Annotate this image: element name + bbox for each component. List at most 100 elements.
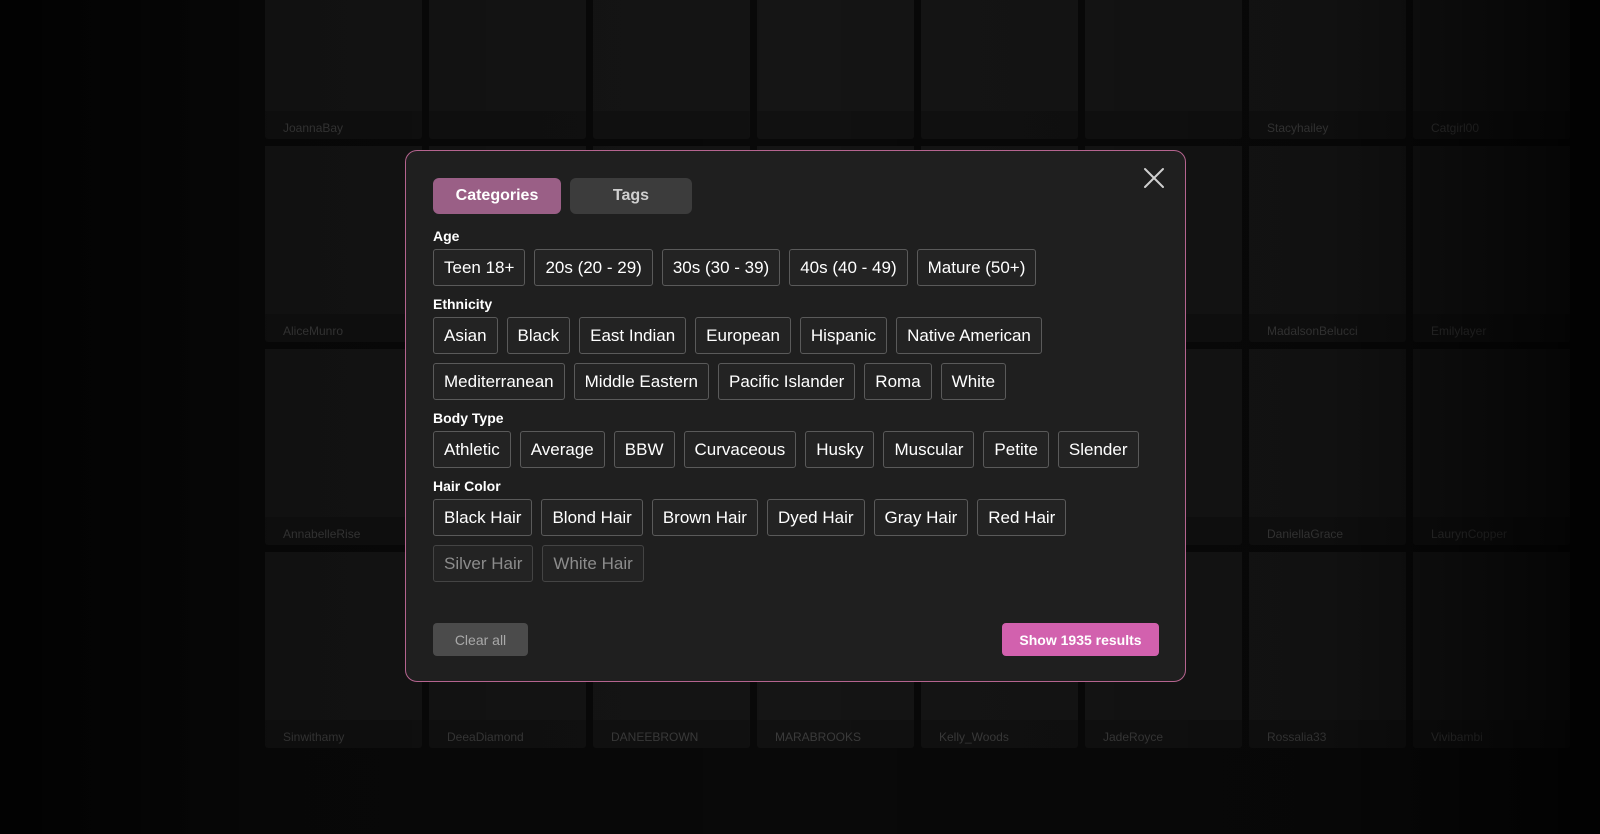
section-hair-color: Hair Color Black Hair Blond Hair Brown Hai…: [433, 478, 1165, 582]
filter-chip[interactable]: Hispanic: [799, 317, 888, 354]
chips-ethnicity: Asian Black East Indian European Hispanic Nat…: [433, 317, 1165, 400]
filter-chip[interactable]: 30s (30 - 39): [661, 249, 781, 286]
profile-name: DANEEBROWN: [611, 730, 699, 744]
background-profile-card: Emilylayer: [1413, 146, 1570, 342]
filter-chip[interactable]: Slender: [1057, 431, 1139, 468]
filter-chip[interactable]: Roma: [864, 363, 932, 400]
profile-name: JadeRoyce: [1103, 730, 1164, 744]
profile-thumbnail: [265, 146, 422, 314]
background-profile-card: LaurynCopper: [1413, 349, 1570, 545]
profile-name: LaurynCopper: [1431, 527, 1508, 541]
filter-sections: Age Teen 18+ 20s (20 - 29) 30s (30 - 39) 40…: [433, 228, 1165, 592]
section-title-age: Age: [433, 228, 460, 244]
profile-name: Catgirl00: [1431, 121, 1480, 135]
profile-thumbnail: [265, 552, 422, 720]
profile-name: Kelly_Woods: [939, 730, 1009, 744]
profile-thumbnail: [593, 0, 750, 111]
tab-categories[interactable]: Categories: [433, 178, 561, 214]
filter-chip[interactable]: 20s (20 - 29): [534, 249, 653, 286]
background-profile-card: Stacyhailey: [1249, 0, 1406, 139]
filter-chip[interactable]: Petite: [983, 431, 1049, 468]
background-profile-card: DaniellaGrace: [1249, 349, 1406, 545]
filter-chip[interactable]: Curvaceous: [683, 431, 797, 468]
background-profile-card: [921, 0, 1078, 139]
filter-chip[interactable]: East Indian: [579, 317, 687, 354]
chips-body-type: Athletic Average BBW Curvaceous Husky Muscula…: [433, 431, 1165, 468]
chips-hair-color: Black Hair Blond Hair Brown Hair Dyed Hair G…: [433, 499, 1165, 582]
filter-chip[interactable]: Husky: [805, 431, 875, 468]
filter-chip[interactable]: Black Hair: [433, 499, 533, 536]
section-ethnicity: Ethnicity Asian Black East Indian European H…: [433, 296, 1165, 400]
filter-chip[interactable]: White Hair: [542, 545, 644, 582]
background-profile-card: [757, 0, 914, 139]
background-profile-card: [593, 0, 750, 139]
tab-tags[interactable]: Tags: [570, 178, 692, 214]
section-title-ethnicity: Ethnicity: [433, 296, 493, 312]
background-profile-card: Vivibambi: [1413, 552, 1570, 748]
profile-name: Stacyhailey: [1267, 121, 1329, 135]
filter-chip[interactable]: Teen 18+: [433, 249, 526, 286]
filter-chip[interactable]: Blond Hair: [541, 499, 643, 536]
filter-chip[interactable]: Gray Hair: [873, 499, 969, 536]
profile-thumbnail: [1413, 146, 1570, 314]
close-icon[interactable]: [1141, 165, 1167, 191]
profile-name: Emilylayer: [1431, 324, 1487, 338]
background-profile-card: JoannaBay: [265, 0, 422, 139]
filter-chip[interactable]: Mediterranean: [433, 363, 565, 400]
profile-thumbnail: [1413, 552, 1570, 720]
filter-chip[interactable]: Mature (50+): [916, 249, 1037, 286]
profile-thumbnail: [921, 0, 1078, 111]
background-profile-card: [429, 0, 586, 139]
show-results-button[interactable]: Show 1935 results: [1002, 623, 1159, 656]
filter-chip[interactable]: Brown Hair: [651, 499, 758, 536]
profile-name: AnnabelleRise: [283, 527, 361, 541]
profile-thumbnail: [1085, 0, 1242, 111]
background-profile-card: Rossalia33: [1249, 552, 1406, 748]
filter-chip[interactable]: European: [695, 317, 791, 354]
filter-chip[interactable]: Pacific Islander: [718, 363, 856, 400]
section-title-hair-color: Hair Color: [433, 478, 501, 494]
profile-thumbnail: [757, 0, 914, 111]
filter-chip[interactable]: Middle Eastern: [573, 363, 710, 400]
filter-chip[interactable]: BBW: [613, 431, 675, 468]
profile-name: DeeaDiamond: [447, 730, 524, 744]
profile-name: AliceMunro: [283, 324, 344, 338]
profile-thumbnail: [429, 0, 586, 111]
filter-chip[interactable]: White: [940, 363, 1007, 400]
profile-thumbnail: [1249, 146, 1406, 314]
profile-thumbnail: [1413, 0, 1570, 111]
filter-chip[interactable]: Red Hair: [977, 499, 1067, 536]
background-profile-card: Sinwithamy: [265, 552, 422, 748]
section-title-body-type: Body Type: [433, 410, 504, 426]
background-profile-card: MadalsonBelucci: [1249, 146, 1406, 342]
background-profile-card: AnnabelleRise: [265, 349, 422, 545]
filter-chip[interactable]: Asian: [433, 317, 498, 354]
filter-chip[interactable]: Average: [519, 431, 605, 468]
background-profile-card: Catgirl00: [1413, 0, 1570, 139]
profile-thumbnail: [1249, 0, 1406, 111]
filter-chip[interactable]: 40s (40 - 49): [789, 249, 908, 286]
filter-chip[interactable]: Native American: [896, 317, 1042, 354]
profile-thumbnail: [1413, 349, 1570, 517]
filter-chip[interactable]: Black: [506, 317, 571, 354]
profile-name: MadalsonBelucci: [1267, 324, 1358, 338]
clear-all-button[interactable]: Clear all: [433, 623, 528, 656]
section-age: Age Teen 18+ 20s (20 - 29) 30s (30 - 39) 40…: [433, 228, 1165, 286]
profile-name: MARABROOKS: [775, 730, 862, 744]
filter-chip[interactable]: Dyed Hair: [766, 499, 865, 536]
tab-bar: Categories Tags: [433, 178, 692, 214]
profile-name: Vivibambi: [1431, 730, 1483, 744]
section-body-type: Body Type Athletic Average BBW Curvaceous Hu…: [433, 410, 1165, 468]
filter-chip[interactable]: Athletic: [433, 431, 511, 468]
chips-age: Teen 18+ 20s (20 - 29) 30s (30 - 39) 40s (4…: [433, 249, 1165, 286]
profile-name: Rossalia33: [1267, 730, 1327, 744]
background-profile-card: [1085, 0, 1242, 139]
profile-thumbnail: [265, 0, 422, 111]
filter-chip[interactable]: Muscular: [883, 431, 975, 468]
profile-thumbnail: [265, 349, 422, 517]
profile-thumbnail: [1249, 349, 1406, 517]
profile-thumbnail: [1249, 552, 1406, 720]
background-profile-card: AliceMunro: [265, 146, 422, 342]
profile-name: Sinwithamy: [283, 730, 345, 744]
filter-chip[interactable]: Silver Hair: [433, 545, 534, 582]
